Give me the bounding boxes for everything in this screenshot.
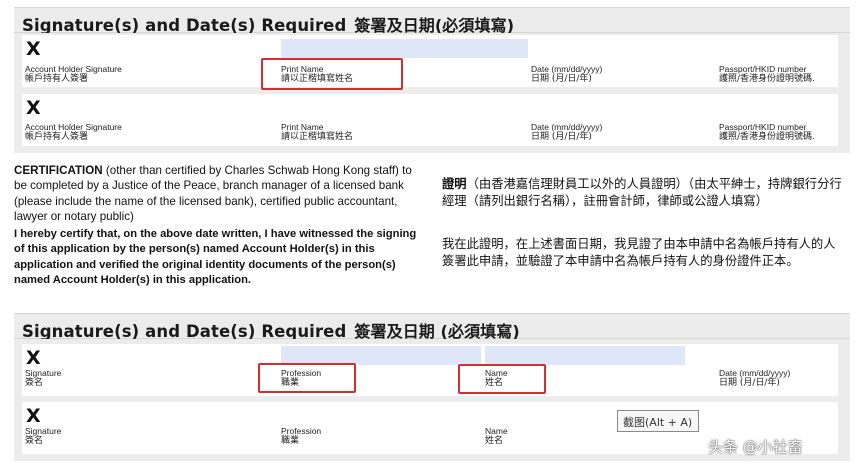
date-label: Date (mm/dd/yyyy) 日期 (月/日/年) bbox=[531, 122, 603, 142]
section-header-signatures: Signature(s) and Date(s) Required 簽署及日期(必… bbox=[14, 7, 850, 35]
signature-label: Signature 簽名 bbox=[25, 368, 62, 388]
signature-row: X Account Holder Signature 帳戶持有人簽署 Print … bbox=[22, 35, 838, 87]
certifier-signature-row: X Signature 簽名 Profession 職業 Name 姓名 Date (… bbox=[22, 344, 838, 396]
date-label: Date (mm/dd/yyyy) 日期 (月/日/年) bbox=[531, 64, 603, 84]
section-header-certifier-signatures: Signature(s) and Date(s) Required 簽署及日期 (… bbox=[14, 313, 850, 341]
name-input[interactable] bbox=[485, 346, 685, 365]
sign-here-mark: X bbox=[26, 347, 41, 369]
sign-here-mark: X bbox=[26, 38, 41, 60]
signature-row: X Account Holder Signature 帳戶持有人簽署 Print … bbox=[22, 94, 838, 146]
highlight-profession bbox=[258, 363, 356, 393]
print-name-input[interactable] bbox=[281, 39, 528, 58]
screenshot-tooltip: 截图(Alt + A) bbox=[617, 410, 699, 432]
account-holder-signature-label: Account Holder Signature 帳戶持有人簽署 bbox=[25, 122, 122, 142]
watermark-text: 头条 @小社畜 bbox=[708, 438, 803, 456]
account-holder-signature-panel: X Account Holder Signature 帳戶持有人簽署 Print … bbox=[14, 33, 850, 153]
signature-label: Signature 簽名 bbox=[25, 426, 62, 446]
sign-here-mark: X bbox=[26, 97, 41, 119]
declaration-text-zh: 我在此證明，在上述書面日期，我見證了由本申請中名為帳戶持有人的人簽署此申請，並驗… bbox=[442, 237, 836, 268]
certification-text-zh: 證明（由香港嘉信理財員工以外的人員證明）（由太平紳士，持牌銀行分行經理（請列出銀… bbox=[442, 176, 842, 210]
passport-hkid-label: Passport/HKID number 護照/香港身份證明號碼. bbox=[719, 122, 815, 142]
declaration-text-en: I hereby certify that, on the above date… bbox=[14, 228, 417, 286]
highlight-name bbox=[458, 364, 546, 394]
print-name-label: Print Name 請以正楷填寫姓名 bbox=[281, 122, 354, 142]
profession-label: Profession 職業 bbox=[281, 426, 322, 446]
certification-lead-zh: 證明 bbox=[442, 177, 467, 191]
highlight-print-name bbox=[261, 58, 403, 90]
sign-here-mark: X bbox=[26, 405, 41, 427]
account-holder-signature-label: Account Holder Signature 帳戶持有人簽署 bbox=[25, 64, 122, 84]
date-label: Date (mm/dd/yyyy) 日期 (月/日/年) bbox=[719, 368, 791, 388]
name-label: Name 姓名 bbox=[485, 426, 508, 446]
passport-hkid-label: Passport/HKID number 護照/香港身份證明號碼. bbox=[719, 64, 815, 84]
certification-text-en: CERTIFICATION (other than certified by C… bbox=[14, 163, 422, 224]
certification-lead: CERTIFICATION bbox=[14, 164, 103, 177]
certification-body-zh: （由香港嘉信理財員工以外的人員證明）（由太平紳士，持牌銀行分行經理（請列出銀行名… bbox=[442, 177, 842, 208]
